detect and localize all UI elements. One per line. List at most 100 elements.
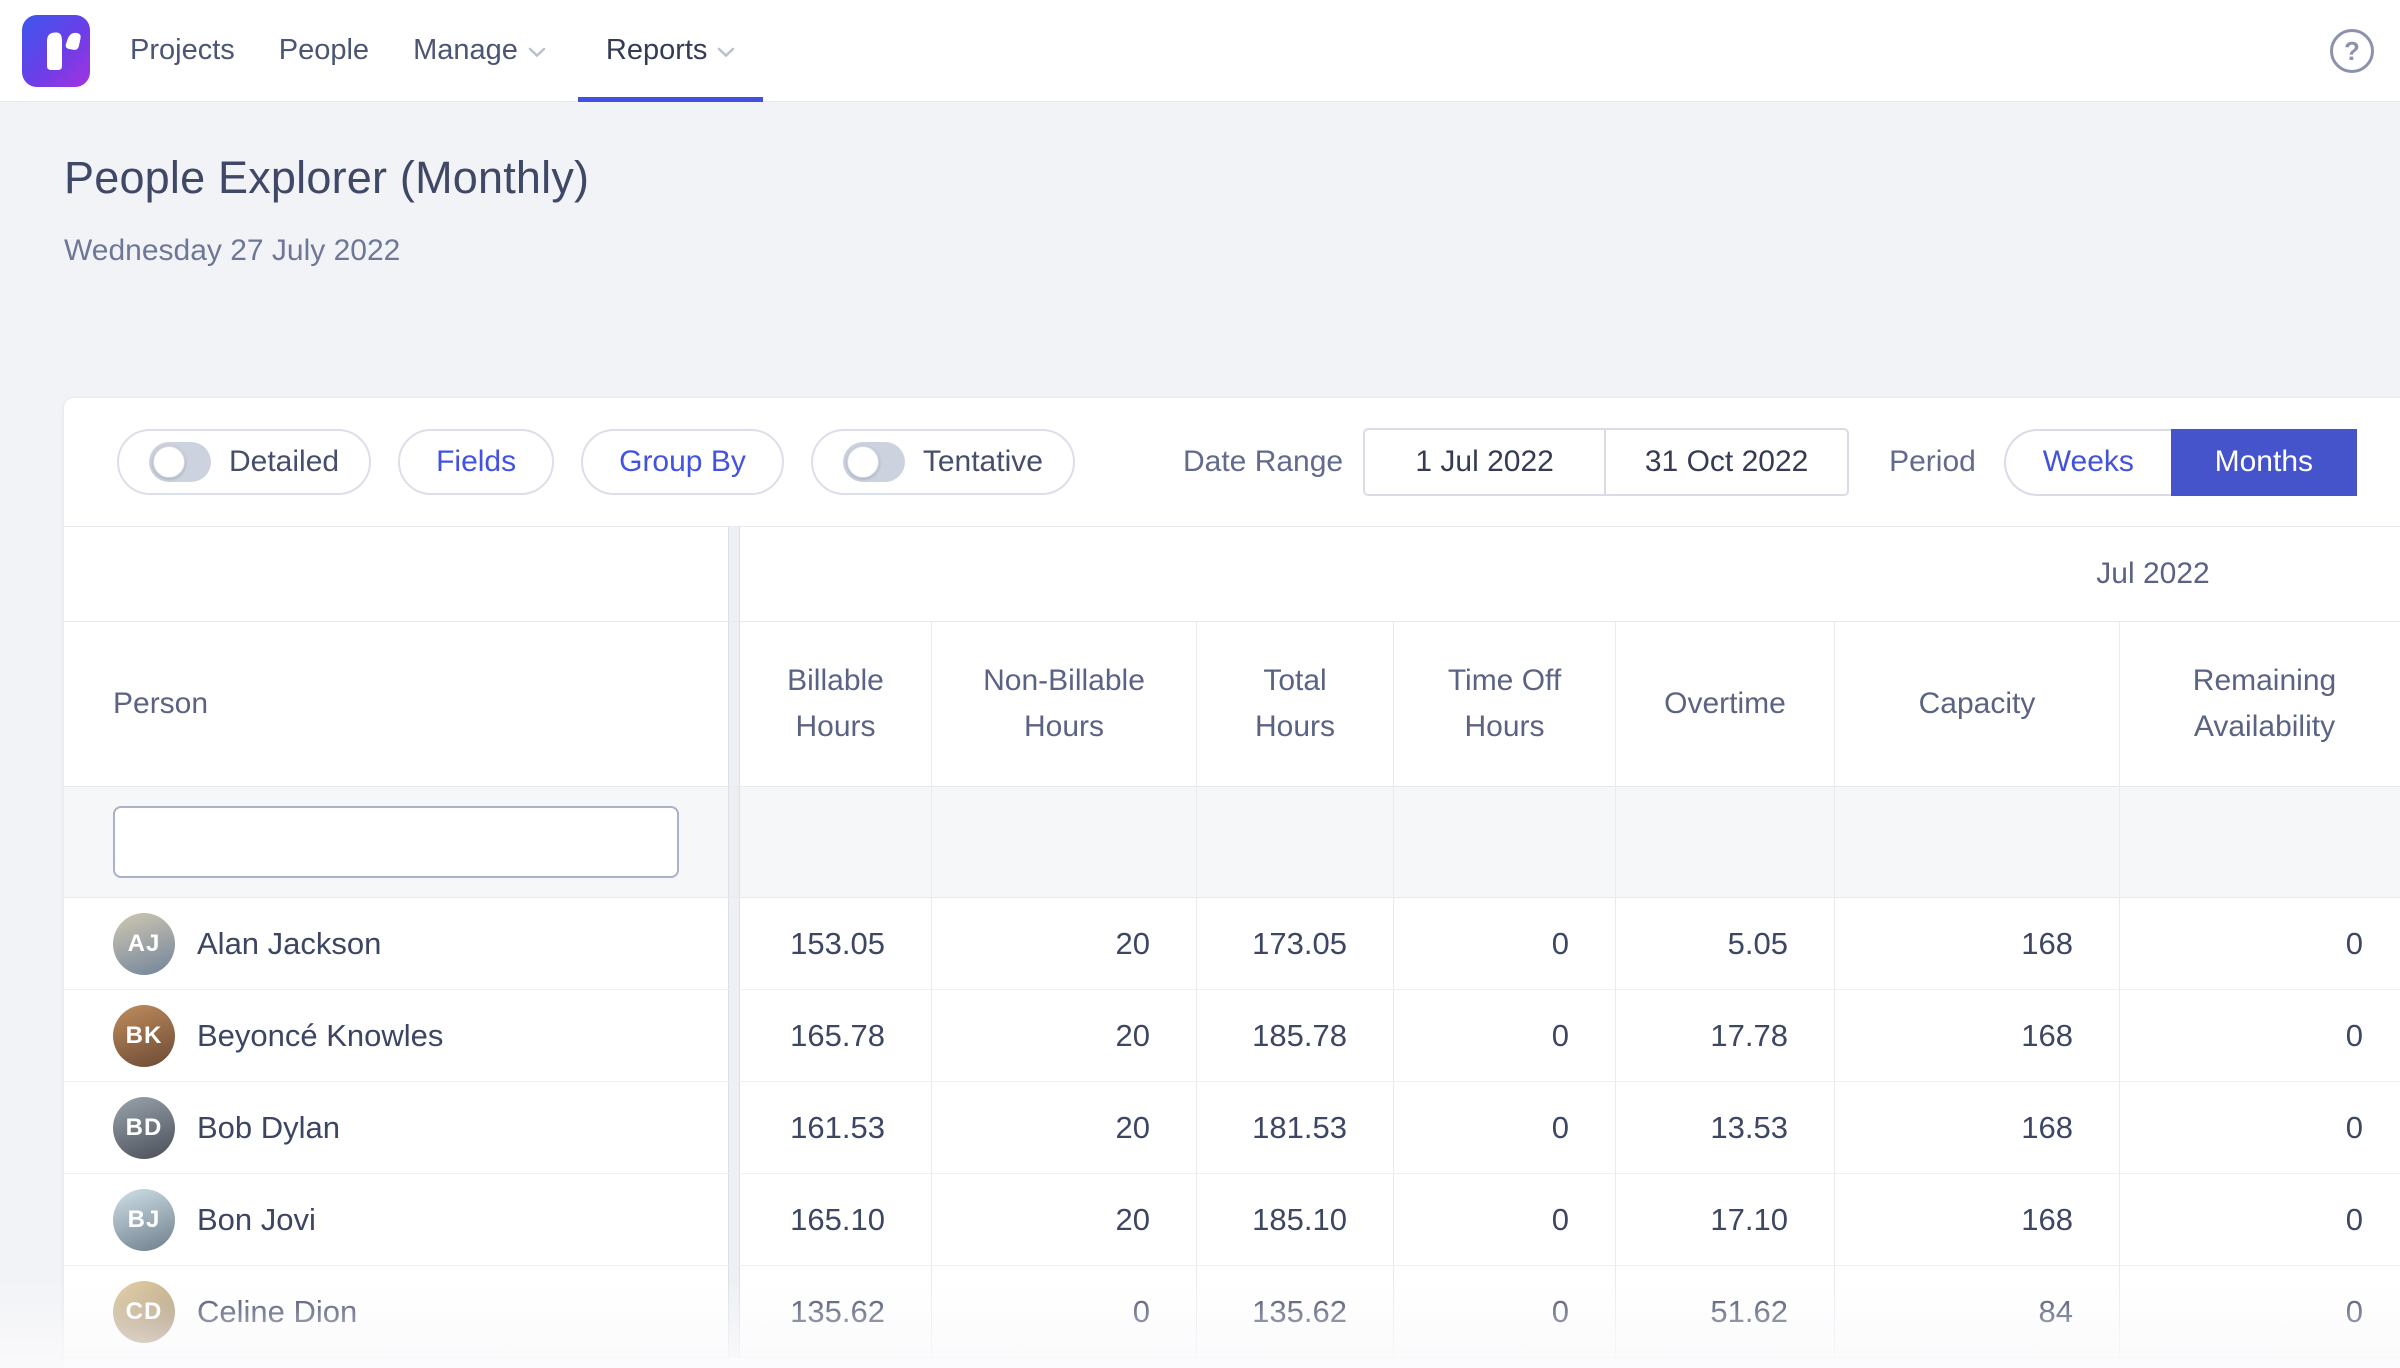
column-divider — [728, 990, 740, 1081]
avatar: CD — [113, 1281, 175, 1343]
value-cell: 20 — [932, 990, 1197, 1081]
detailed-toggle[interactable]: Detailed — [117, 429, 371, 495]
person-column-label: Person — [64, 687, 208, 721]
avatar: BD — [113, 1097, 175, 1159]
toolbar-right: Date Range 1 Jul 2022 31 Oct 2022 Period… — [1183, 398, 2357, 526]
person-cell[interactable]: BD Bob Dylan — [64, 1082, 728, 1173]
month-header-row: Jul 2022 — [64, 526, 2400, 622]
column-header: Billable Hours — [740, 622, 932, 786]
value-cell: 20 — [932, 1082, 1197, 1173]
column-header-row: Person Billable HoursNon-Billable HoursT… — [64, 622, 2400, 787]
value-cell: 51.62 — [1616, 1266, 1835, 1357]
person-cell[interactable]: AJ Alan Jackson — [64, 898, 728, 989]
value-cell: 5.05 — [1616, 898, 1835, 989]
value-cell: 0 — [1394, 990, 1616, 1081]
main-menu: Projects People Manage Reports — [90, 0, 763, 102]
toggle-off-icon[interactable] — [149, 442, 211, 482]
report-card: Detailed Fields Group By Tentative Date … — [64, 398, 2400, 1368]
row-values: 165.7820185.78017.781680 — [740, 990, 2400, 1081]
value-cell: 0 — [1394, 1266, 1616, 1357]
person-name: Beyoncé Knowles — [197, 1018, 443, 1054]
person-header-cell: Person — [64, 622, 728, 786]
period-label: Period — [1889, 445, 1976, 479]
value-cell: 20 — [932, 1174, 1197, 1265]
avatar: BK — [113, 1005, 175, 1067]
date-range-picker: 1 Jul 2022 31 Oct 2022 — [1363, 428, 1849, 496]
nav-item-label: Manage — [413, 34, 518, 67]
person-filter-cell — [64, 787, 728, 897]
help-button[interactable]: ? — [2330, 29, 2374, 73]
people-rows: AJ Alan Jackson 153.0520173.0505.051680 … — [64, 898, 2400, 1358]
filter-cells — [740, 787, 2400, 897]
filter-cell — [1394, 787, 1616, 897]
column-divider — [728, 1174, 740, 1265]
value-cell: 165.10 — [740, 1174, 932, 1265]
column-header: Time Off Hours — [1394, 622, 1616, 786]
period-weeks-button[interactable]: Weeks — [2004, 429, 2171, 496]
tentative-label: Tentative — [923, 445, 1043, 479]
row-values: 135.620135.62051.62840 — [740, 1266, 2400, 1357]
value-cell: 135.62 — [740, 1266, 932, 1357]
value-cell: 165.78 — [740, 990, 932, 1081]
column-divider — [728, 622, 740, 786]
value-cell: 161.53 — [740, 1082, 932, 1173]
filter-cell — [1197, 787, 1394, 897]
nav-item-label: Reports — [606, 34, 708, 67]
nav-item-reports[interactable]: Reports — [578, 0, 764, 102]
column-header: Non-Billable Hours — [932, 622, 1197, 786]
nav-item-manage[interactable]: Manage — [413, 0, 546, 102]
page-title: People Explorer (Monthly) — [64, 152, 2400, 204]
column-divider — [728, 898, 740, 989]
column-divider — [728, 1266, 740, 1357]
runn-logo[interactable] — [22, 15, 90, 87]
person-name: Celine Dion — [197, 1294, 357, 1330]
month-header-cell: Jul 2022 — [740, 527, 2400, 621]
table-row: AJ Alan Jackson 153.0520173.0505.051680 — [64, 898, 2400, 990]
value-cell: 84 — [1835, 1266, 2120, 1357]
nav-item-people[interactable]: People — [279, 0, 369, 102]
person-filter-input[interactable] — [113, 806, 679, 878]
group-by-button[interactable]: Group By — [581, 429, 784, 495]
value-cell: 20 — [932, 898, 1197, 989]
value-cell: 0 — [2120, 1174, 2400, 1265]
value-cell: 0 — [2120, 1266, 2400, 1357]
row-values: 153.0520173.0505.051680 — [740, 898, 2400, 989]
nav-item-projects[interactable]: Projects — [130, 0, 235, 102]
value-cell: 0 — [1394, 1174, 1616, 1265]
value-cell: 0 — [2120, 990, 2400, 1081]
value-cell: 0 — [1394, 898, 1616, 989]
toggle-off-icon[interactable] — [843, 442, 905, 482]
date-end-input[interactable]: 31 Oct 2022 — [1606, 430, 1847, 494]
question-mark-icon: ? — [2344, 36, 2360, 67]
tentative-toggle[interactable]: Tentative — [811, 429, 1075, 495]
row-values: 161.5320181.53013.531680 — [740, 1082, 2400, 1173]
chevron-down-icon — [528, 47, 546, 58]
person-cell[interactable]: BJ Bon Jovi — [64, 1174, 728, 1265]
table-row: BD Bob Dylan 161.5320181.53013.531680 — [64, 1082, 2400, 1174]
detailed-label: Detailed — [229, 445, 339, 479]
period-months-button[interactable]: Months — [2171, 429, 2357, 496]
value-cell: 185.78 — [1197, 990, 1394, 1081]
person-name: Bob Dylan — [197, 1110, 340, 1146]
value-cell: 181.53 — [1197, 1082, 1394, 1173]
filter-cell — [1616, 787, 1835, 897]
filter-cell — [932, 787, 1197, 897]
column-header: Remaining Availability — [2120, 622, 2400, 786]
nav-item-label: People — [279, 34, 369, 67]
person-cell[interactable]: CD Celine Dion — [64, 1266, 728, 1357]
active-tab-underline — [578, 97, 764, 102]
column-header: Total Hours — [1197, 622, 1394, 786]
value-cell: 0 — [932, 1266, 1197, 1357]
value-cell: 13.53 — [1616, 1082, 1835, 1173]
person-name: Alan Jackson — [197, 926, 381, 962]
column-divider — [728, 527, 740, 621]
value-cell: 168 — [1835, 1082, 2120, 1173]
person-cell[interactable]: BK Beyoncé Knowles — [64, 990, 728, 1081]
value-cell: 168 — [1835, 990, 2120, 1081]
date-start-input[interactable]: 1 Jul 2022 — [1365, 430, 1606, 494]
column-divider — [728, 787, 740, 897]
value-cell: 17.78 — [1616, 990, 1835, 1081]
fields-button[interactable]: Fields — [398, 429, 554, 495]
value-cell: 168 — [1835, 1174, 2120, 1265]
value-cell: 135.62 — [1197, 1266, 1394, 1357]
